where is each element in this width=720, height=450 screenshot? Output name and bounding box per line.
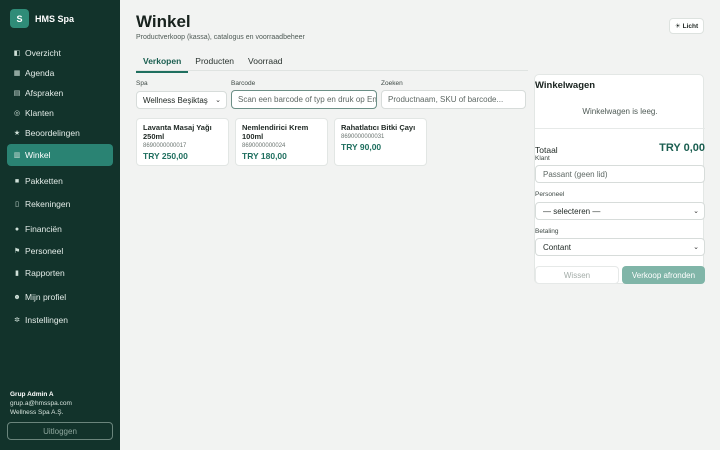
customer-input[interactable]: Passant (geen lid) [535,165,705,183]
chevron-down-icon: ⌄ [693,244,699,251]
brand[interactable]: S HMS Spa [10,9,74,28]
sidebar-item-overzicht[interactable]: ◧ Overzicht [7,43,113,63]
shop-icon: ▥ [13,152,21,159]
sidebar-item-financi-n[interactable]: ● Financiën [7,219,113,239]
sidebar-item-rapporten[interactable]: ▮ Rapporten [7,263,113,283]
user-name: Grup Admin A [10,391,54,398]
user-company: Wellness Spa A.Ş. [10,409,64,416]
theme-label: Licht [682,22,699,30]
payment-select-value: Contant [543,242,572,252]
tabs-divider [136,70,528,71]
customers-icon: ◎ [13,110,21,117]
total-value: TRY 0,00 [659,142,705,154]
sidebar-item-label: Pakketten [25,176,63,186]
user-icon: ☻ [13,293,21,301]
product-card[interactable]: Nemlendirici Krem 100ml 8690000000024 TR… [235,118,328,166]
staff-select-value: — selecteren — [543,206,601,216]
agenda-icon: ▦ [13,70,21,77]
barcode-placeholder: Scan een barcode of typ en druk op Enter [238,95,377,104]
receipt-icon: ▯ [15,201,19,208]
sidebar-item-label: Beoordelingen [25,128,80,138]
product-name: Rahatlatıcı Bitki Çayı [341,123,416,132]
sidebar-item-klanten[interactable]: ◎ Klanten [7,103,113,123]
search-input[interactable]: Productnaam, SKU of barcode... [381,90,526,109]
search-label: Zoeken [381,80,403,87]
appointments-icon: ▤ [13,90,21,97]
sidebar-item-rekeningen[interactable]: ▯ Rekeningen [7,194,113,214]
brand-name: HMS Spa [35,13,75,24]
payment-label: Betaling [535,228,559,235]
logout-button[interactable]: Uitloggen [7,422,113,440]
cart-title: Winkelwagen [535,80,596,91]
product-card[interactable]: Rahatlatıcı Bitki Çayı 8690000000031 TRY… [334,118,427,166]
total-label: Totaal [535,145,558,155]
brand-logo: S [10,9,29,28]
clear-button[interactable]: Wissen [535,266,619,284]
sidebar: S HMS Spa ◧ Overzicht ▦ Agenda ▤ Afspraken ◎ Kl… [0,0,120,450]
cart-empty-text: Winkelwagen is leeg. [582,107,658,116]
product-sku: 8690000000017 [143,143,187,149]
chevron-down-icon: ⌄ [215,97,221,104]
customer-placeholder: Passant (geen lid) [543,169,608,179]
sidebar-item-label: Afspraken [25,88,64,98]
sidebar-item-label: Instellingen [25,315,69,325]
product-sku: 8690000000024 [242,143,286,149]
user-info: Grup Admin A grup.a@hmsspa.com Wellness … [10,390,72,417]
sidebar-item-afspraken[interactable]: ▤ Afspraken [7,83,113,103]
chevron-down-icon: ⌄ [693,208,699,215]
sidebar-item-beoordelingen[interactable]: ★ Beoordelingen [7,123,113,143]
spa-label: Spa [136,80,148,87]
theme-toggle-button[interactable]: ☀ Licht [669,18,704,34]
product-card[interactable]: Lavanta Masaj Yağı 250ml 8690000000017 T… [136,118,229,166]
page-subtitle: Productverkoop (kassa), catalogus en voo… [136,34,305,41]
product-price: TRY 250,00 [143,151,188,161]
page-title: Winkel [136,12,191,31]
spa-select-value: Wellness Beşiktaş [143,95,208,105]
sidebar-item-agenda[interactable]: ▦ Agenda [7,63,113,83]
spa-select[interactable]: Wellness Beşiktaş ⌄ [136,91,227,109]
barcode-label: Barcode [231,80,256,87]
money-icon: ● [14,225,20,233]
cart-divider [535,128,705,129]
product-name: Lavanta Masaj Yağı 250ml [143,123,212,141]
product-sku: 8690000000031 [341,134,385,140]
product-name: Nemlendirici Krem 100ml [242,123,309,141]
sidebar-item-instellingen[interactable]: ✲ Instellingen [7,310,113,330]
staff-label: Personeel [535,191,565,198]
main-content: Winkel Productverkoop (kassa), catalogus… [120,0,720,450]
cart-panel: Winkelwagen Winkelwagen is leeg. Totaal … [534,74,705,284]
sun-icon: ☀ [674,23,681,30]
sidebar-item-pakketten[interactable]: ■ Pakketten [7,171,113,191]
home-icon: ◧ [13,50,21,57]
search-placeholder: Productnaam, SKU of barcode... [388,95,504,104]
sidebar-item-label: Klanten [25,108,54,118]
chart-icon: ▮ [15,270,19,277]
sidebar-item-personeel[interactable]: ⚑ Personeel [7,241,113,261]
sidebar-item-winkel[interactable]: ▥ Winkel [7,144,113,166]
user-email: grup.a@hmsspa.com [10,400,72,407]
sidebar-item-label: Rekeningen [25,199,71,209]
gear-icon: ✲ [14,317,20,324]
sidebar-item-label: Financiën [25,224,62,234]
staff-select[interactable]: — selecteren — ⌄ [535,202,705,220]
star-icon: ★ [13,130,21,137]
barcode-input[interactable]: Scan een barcode of typ en druk op Enter [231,90,377,109]
payment-select[interactable]: Contant ⌄ [535,238,705,256]
sidebar-item-mijn-profiel[interactable]: ☻ Mijn profiel [7,287,113,307]
product-price: TRY 180,00 [242,151,287,161]
sidebar-item-label: Rapporten [25,268,65,278]
sidebar-item-label: Overzicht [25,48,61,58]
sidebar-item-label: Mijn profiel [25,292,67,302]
sidebar-item-label: Agenda [25,68,55,78]
product-price: TRY 90,00 [341,142,382,152]
finish-sale-button[interactable]: Verkoop afronden [622,266,705,284]
sidebar-item-label: Winkel [25,150,51,160]
customer-label: Klant [535,155,550,162]
package-icon: ■ [14,177,20,185]
flag-icon: ⚑ [13,248,21,255]
sidebar-item-label: Personeel [25,246,64,256]
